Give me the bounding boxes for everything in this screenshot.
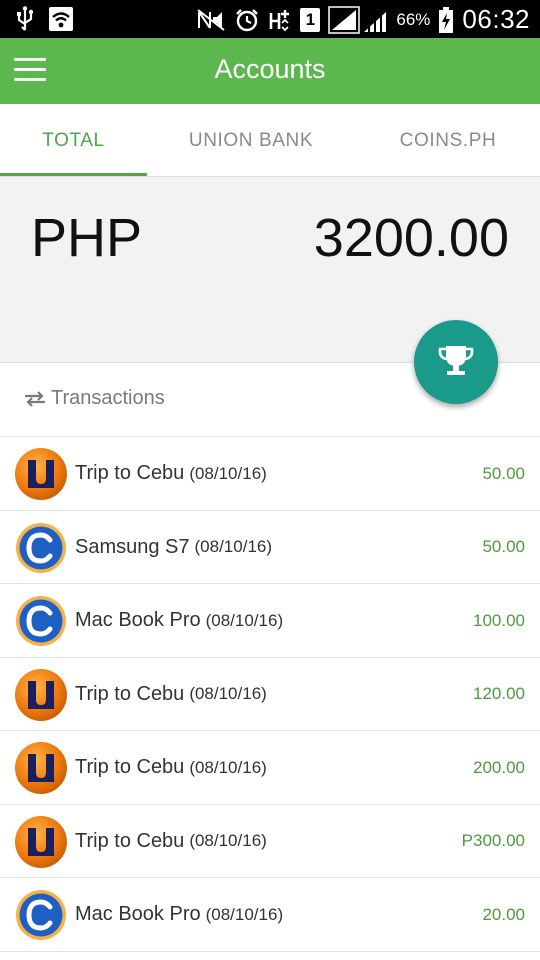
transaction-amount: 50.00 — [482, 463, 525, 483]
transaction-date: (08/10/16) — [189, 757, 267, 777]
trophy-fab-button[interactable] — [414, 320, 498, 404]
transaction-description: Samsung S7 (08/10/16) — [75, 511, 272, 584]
unionbank-logo-icon — [15, 742, 67, 794]
account-tabs: TOTAL UNION BANK COINS.PH — [0, 104, 540, 177]
trophy-icon — [436, 340, 476, 385]
tab-total[interactable]: TOTAL — [0, 104, 147, 177]
transaction-row[interactable]: Mac Book Pro (08/10/16) 20.00 — [0, 878, 540, 952]
sim-slot-badge: 1 — [300, 7, 321, 32]
transaction-date: (08/10/16) — [189, 463, 267, 483]
balance-currency: PHP — [31, 208, 143, 268]
unionbank-logo-icon — [15, 815, 67, 868]
app-bar: Accounts — [0, 38, 540, 104]
transaction-row[interactable]: Trip to Cebu (08/10/16) P300.00 — [0, 804, 540, 878]
transaction-amount: P300.00 — [461, 831, 525, 850]
transaction-name: Mac Book Pro — [75, 609, 201, 631]
transaction-amount: 100.00 — [473, 610, 525, 630]
transaction-amount: 20.00 — [482, 904, 525, 924]
transaction-name: Samsung S7 — [75, 535, 190, 558]
transaction-description: Trip to Cebu (08/10/16) — [75, 437, 267, 510]
unionbank-logo-icon — [15, 668, 67, 721]
usb-icon — [14, 6, 36, 32]
hplus-data-icon — [268, 7, 292, 33]
transaction-name: Mac Book Pro — [75, 903, 201, 925]
tab-indicator — [0, 173, 147, 176]
alarm-icon — [234, 7, 260, 33]
transaction-amount: 120.00 — [473, 684, 525, 703]
transaction-description: Mac Book Pro (08/10/16) — [75, 878, 283, 951]
transaction-date: (08/10/16) — [189, 831, 267, 850]
transaction-description: Trip to Cebu (08/10/16) — [75, 731, 267, 804]
coins-ph-logo-icon — [15, 595, 67, 647]
page-title: Accounts — [214, 54, 326, 84]
status-bar: 1 66% 06:32 — [0, 0, 540, 38]
signal-icon — [328, 5, 388, 34]
transaction-date: (08/10/16) — [205, 904, 284, 924]
transaction-description: Trip to Cebu (08/10/16) — [75, 658, 267, 731]
transaction-amount: 50.00 — [482, 537, 525, 556]
transaction-row[interactable]: Trip to Cebu (08/10/16) 120.00 — [0, 657, 540, 731]
balance-amount: 3200.00 — [313, 208, 509, 268]
battery-percent: 66% — [396, 9, 431, 29]
coins-ph-logo-icon — [15, 889, 67, 941]
transaction-name: Trip to Cebu — [75, 756, 185, 778]
wifi-icon — [48, 6, 74, 32]
transactions-list: Trip to Cebu (08/10/16) 50.00 Samsung S7 (08… — [0, 437, 540, 952]
transaction-date: (08/10/16) — [189, 684, 267, 703]
transaction-name: Trip to Cebu — [75, 682, 185, 705]
transaction-row[interactable]: Trip to Cebu (08/10/16) 200.00 — [0, 731, 540, 805]
unionbank-logo-icon — [15, 448, 67, 500]
swap-arrows-icon — [24, 390, 46, 413]
nfc-mute-icon — [196, 8, 226, 32]
tab-union-bank[interactable]: UNION BANK — [160, 104, 342, 177]
transaction-amount: 200.00 — [473, 757, 525, 777]
transaction-name: Trip to Cebu — [75, 462, 185, 484]
coins-ph-logo-icon — [15, 522, 67, 574]
transactions-label: Transactions — [51, 387, 165, 409]
transaction-description: Trip to Cebu (08/10/16) — [75, 805, 267, 878]
battery-charging-icon — [438, 6, 454, 34]
transaction-name: Trip to Cebu — [75, 829, 185, 852]
tab-coins-ph[interactable]: COINS.PH — [372, 104, 524, 177]
transaction-row[interactable]: Trip to Cebu (08/10/16) 50.00 — [0, 437, 540, 511]
transaction-date: (08/10/16) — [194, 537, 273, 556]
clock: 06:32 — [462, 4, 530, 34]
transaction-row[interactable]: Samsung S7 (08/10/16) 50.00 — [0, 510, 540, 584]
transaction-date: (08/10/16) — [205, 610, 284, 630]
transaction-description: Mac Book Pro (08/10/16) — [75, 584, 283, 657]
transaction-row[interactable]: Mac Book Pro (08/10/16) 100.00 — [0, 584, 540, 658]
